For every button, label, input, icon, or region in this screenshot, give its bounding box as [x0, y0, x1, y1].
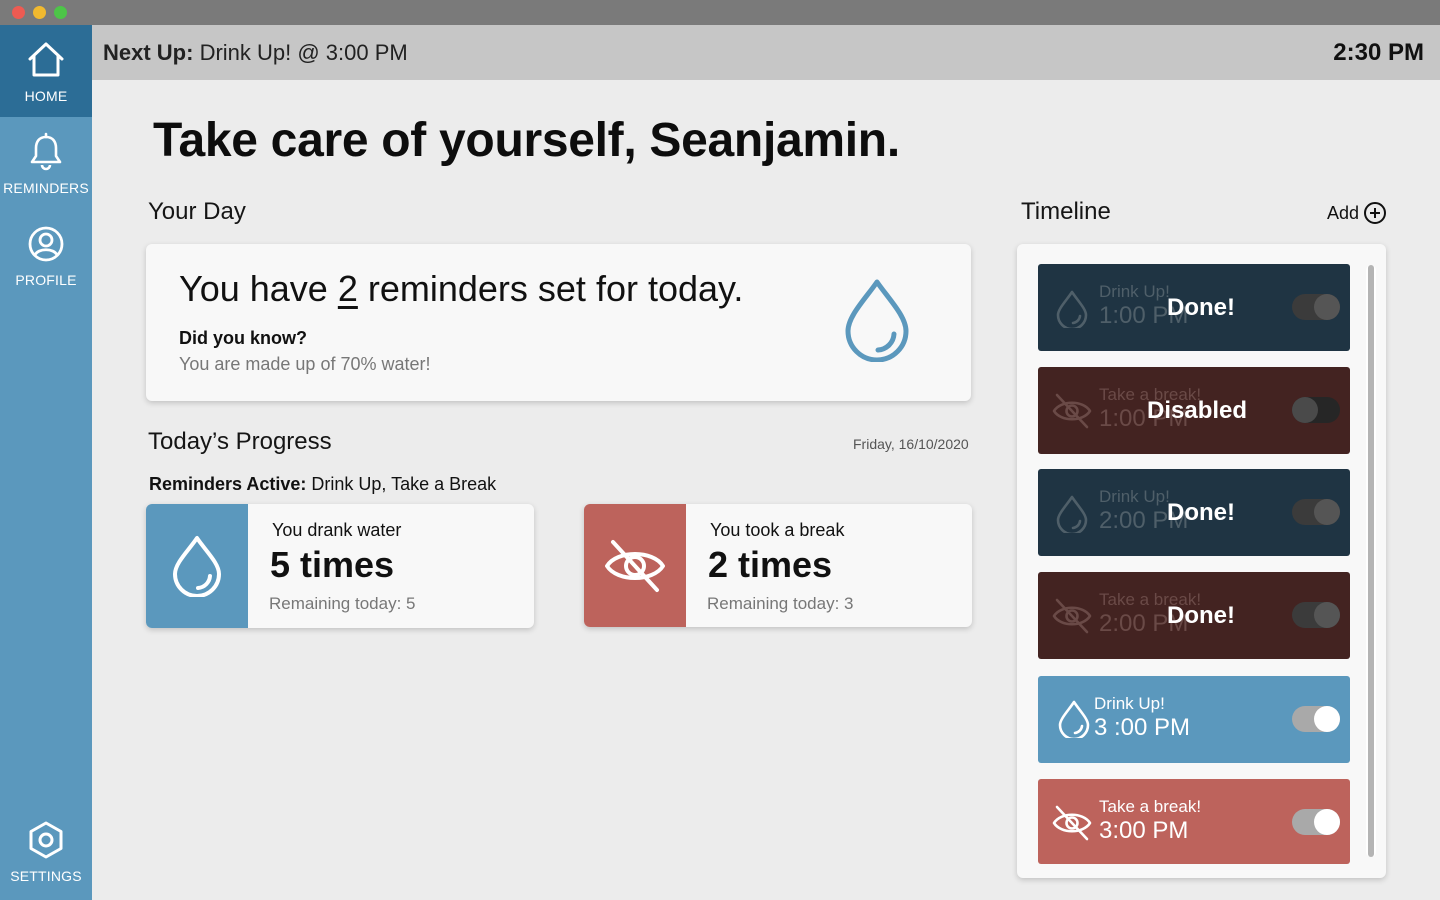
nav-profile[interactable]: PROFILE [0, 209, 92, 301]
water-stat-remaining: Remaining today: 5 [269, 594, 416, 613]
reminder-count-prefix: You have [179, 268, 338, 309]
next-up-text: Next Up: Drink Up! @ 3:00 PM [103, 40, 408, 66]
timeline-item-name: Take a break! [1099, 797, 1202, 816]
next-up-value: Drink Up! @ 3:00 PM [193, 40, 408, 65]
timeline-item-time: 3:00 PM [1099, 817, 1189, 844]
toggle-knob [1314, 294, 1340, 320]
water-stat-card: You drank water 5 times Remaining today:… [146, 504, 534, 628]
timeline-item-toggle[interactable] [1292, 294, 1340, 320]
nav-reminders-label: REMINDERS [3, 180, 89, 196]
timeline-item-status: Disabled [1147, 397, 1248, 424]
timeline-item-name: Drink Up! [1099, 487, 1170, 506]
timeline-scrollbar-thumb[interactable] [1368, 265, 1374, 857]
eye-slash-icon [605, 539, 665, 592]
eye-slash-icon [1052, 393, 1092, 429]
your-day-card: You have 2 reminders set for today. Did … [146, 244, 971, 401]
nav-settings[interactable]: SETTINGS [0, 805, 92, 897]
toggle-knob [1314, 809, 1340, 835]
timeline-item-name: Drink Up! [1099, 282, 1170, 301]
reminder-count: 2 [337, 268, 358, 309]
did-you-know-title: Did you know? [179, 328, 307, 348]
sidebar: HOME REMINDERS PROFILE SETTINGS [0, 25, 92, 900]
water-drop-icon [1058, 700, 1090, 738]
reminders-active-value: Drink Up, Take a Break [306, 474, 497, 494]
nav-settings-label: SETTINGS [10, 868, 82, 884]
add-reminder-button[interactable]: Add [1327, 201, 1387, 225]
water-stat-count: 5 times [270, 544, 395, 585]
break-stat-card: You took a break 2 times Remaining today… [584, 504, 972, 627]
timeline-item[interactable]: Take a break! 2:00 PM Done! [1038, 572, 1350, 659]
eye-slash-icon [1052, 598, 1092, 634]
timeline-item[interactable]: Take a break! 3:00 PM [1038, 779, 1350, 864]
timeline-item-status: Done! [1167, 499, 1235, 526]
timeline-item-toggle[interactable] [1292, 499, 1340, 525]
your-day-title: Your Day [148, 198, 246, 225]
timeline-item[interactable]: Drink Up! 2:00 PM Done! [1038, 469, 1350, 556]
timeline-item[interactable]: Take a break! 1:00 PM Disabled [1038, 367, 1350, 454]
progress-date: Friday, 16/10/2020 [853, 436, 969, 452]
window-titlebar [0, 0, 1440, 25]
break-stat-remaining: Remaining today: 3 [707, 594, 854, 613]
did-you-know-text: You are made up of 70% water! [179, 354, 431, 374]
next-up-bar: Next Up: Drink Up! @ 3:00 PM 2:30 PM [92, 25, 1440, 80]
nav-reminders[interactable]: REMINDERS [0, 117, 92, 209]
reminders-active-label: Reminders Active: [149, 474, 307, 494]
break-stat-count: 2 times [708, 544, 833, 585]
water-drop-icon [1056, 495, 1088, 533]
greeting-title: Take care of yourself, Seanjamin. [153, 114, 900, 167]
timeline-item-toggle[interactable] [1292, 809, 1340, 835]
plus-circle-icon [1364, 202, 1387, 224]
bell-icon [30, 132, 62, 171]
reminder-count-suffix: reminders set for today. [357, 268, 744, 309]
add-reminder-label: Add [1327, 202, 1360, 223]
toggle-knob [1314, 602, 1340, 628]
break-stat-icon-box [584, 504, 686, 627]
reminder-count-line: You have 2 reminders set for today. [179, 268, 743, 310]
toggle-knob [1314, 499, 1340, 525]
minimize-window-button[interactable] [33, 6, 46, 19]
user-circle-icon [28, 226, 64, 262]
close-window-button[interactable] [12, 6, 25, 19]
timeline-item-status: Done! [1167, 294, 1235, 321]
home-icon [28, 42, 64, 77]
water-stat-icon-box [146, 504, 248, 628]
toggle-knob [1292, 397, 1318, 423]
reminders-active-line: Reminders Active: Drink Up, Take a Break [149, 474, 496, 495]
timeline-item-name: Drink Up! [1094, 694, 1165, 713]
current-time: 2:30 PM [1333, 39, 1424, 66]
timeline-item-status: Done! [1167, 602, 1235, 629]
water-drop-icon [1056, 290, 1088, 328]
nav-profile-label: PROFILE [15, 272, 77, 288]
todays-progress-title: Today’s Progress [148, 428, 332, 455]
timeline-item-toggle[interactable] [1292, 706, 1340, 732]
nav-home-label: HOME [24, 88, 68, 104]
hexagon-gear-icon [29, 821, 63, 859]
next-up-label: Next Up: [103, 40, 194, 65]
timeline-item-toggle[interactable] [1292, 397, 1340, 423]
timeline-item-toggle[interactable] [1292, 602, 1340, 628]
timeline-item-time: 3 :00 PM [1094, 714, 1191, 741]
toggle-knob [1314, 706, 1340, 732]
timeline-title: Timeline [1021, 198, 1111, 225]
nav-home[interactable]: HOME [0, 25, 92, 117]
timeline-item[interactable]: Drink Up! 1:00 PM Done! [1038, 264, 1350, 351]
water-drop-icon [845, 279, 909, 362]
water-drop-icon [173, 536, 221, 597]
water-stat-label: You drank water [272, 520, 402, 540]
timeline-item[interactable]: Drink Up! 3 :00 PM [1038, 676, 1350, 763]
zoom-window-button[interactable] [54, 6, 67, 19]
eye-slash-icon [1052, 805, 1092, 841]
break-stat-label: You took a break [710, 520, 845, 540]
